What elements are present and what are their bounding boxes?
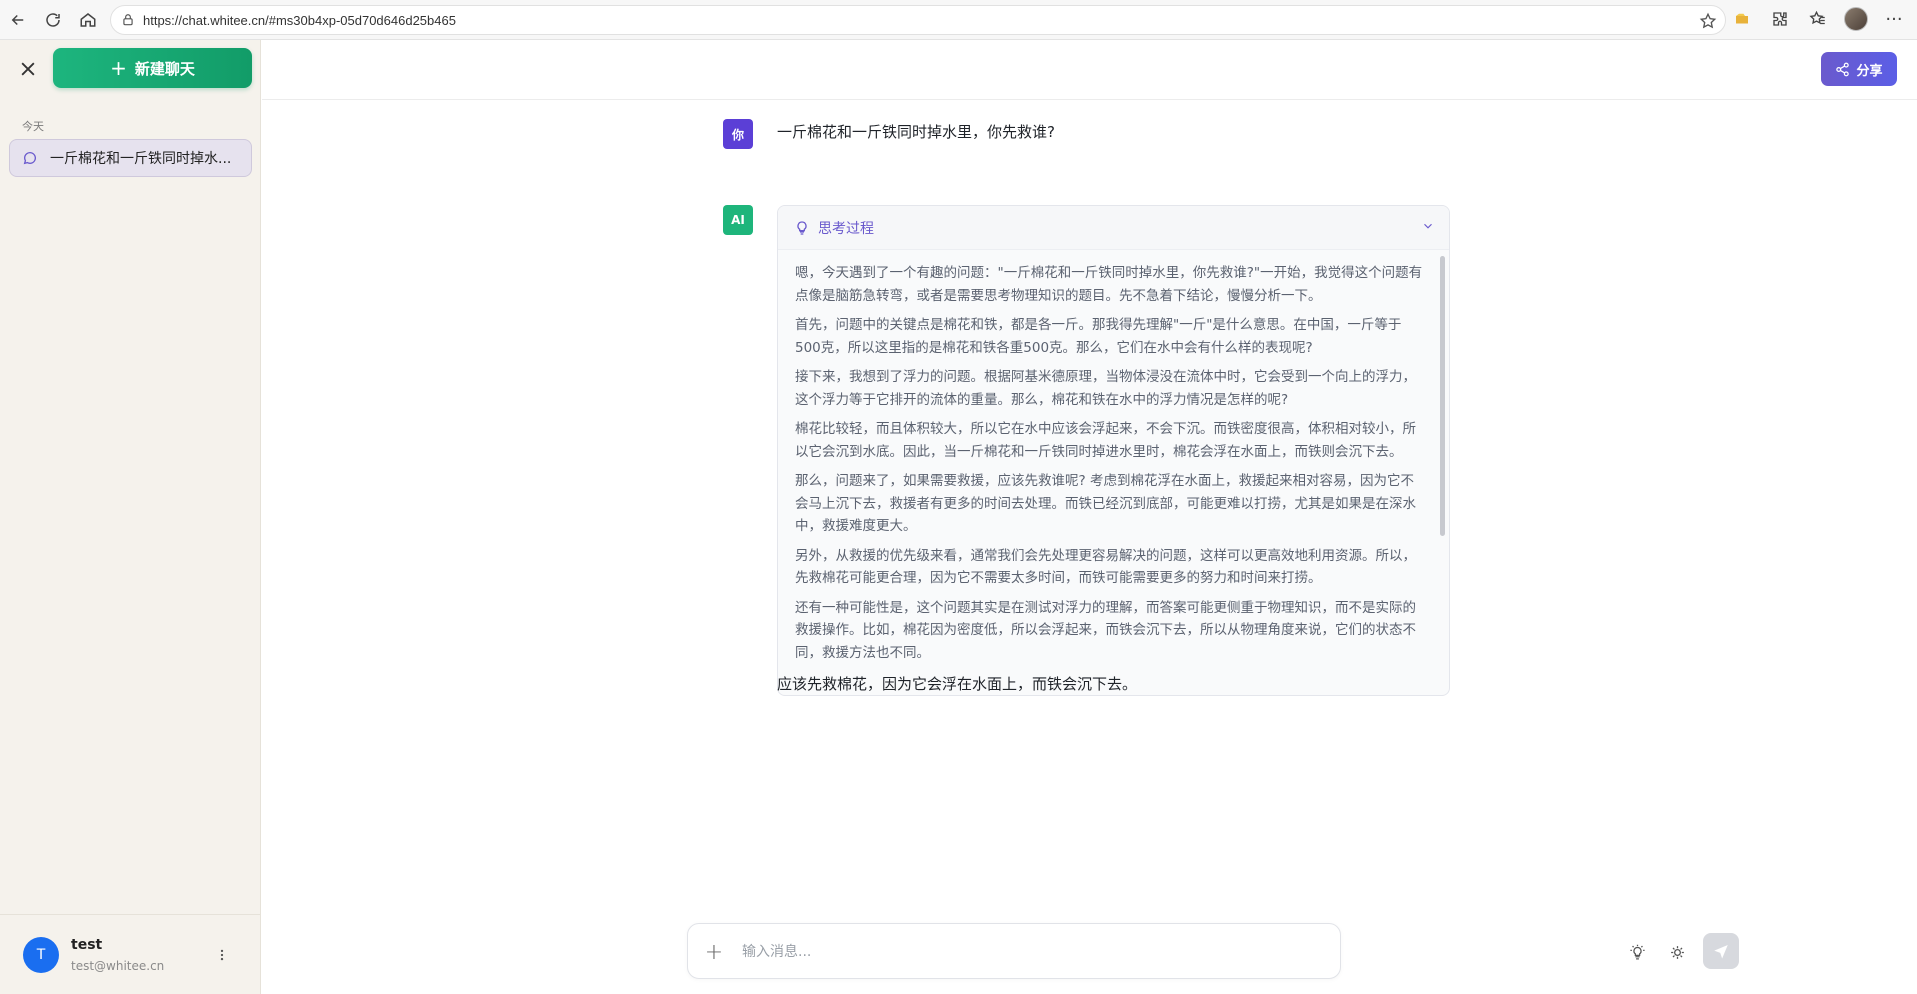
extensions-puzzle-icon[interactable] — [1767, 6, 1793, 32]
share-button[interactable]: 分享 — [1821, 52, 1897, 86]
thinking-paragraph: 棉花比较轻，而且体积较大，所以它在水中应该会浮起来，不会下沉。而铁密度很高，体积… — [795, 421, 1416, 460]
new-chat-label: 新建聊天 — [134, 59, 195, 78]
lightbulb-icon — [794, 220, 810, 236]
home-icon[interactable] — [70, 2, 106, 38]
sidebar: + 新建聊天 今天 一斤棉花和一斤铁同时掉水... T test test@wh… — [0, 40, 261, 994]
thinking-toggle[interactable]: 思考过程 — [778, 206, 1449, 250]
user-name: test — [71, 937, 103, 953]
section-label-today: 今天 — [22, 120, 44, 133]
reload-icon[interactable] — [35, 2, 71, 38]
send-icon — [1714, 945, 1728, 959]
chevron-down-icon[interactable] — [1421, 219, 1437, 235]
thinking-scrollbar[interactable] — [1440, 256, 1445, 536]
user-menu-kebab-icon[interactable] — [214, 943, 230, 967]
close-sidebar-icon[interactable] — [14, 55, 42, 83]
thinking-paragraph: 接下来，我想到了浮力的问题。根据阿基米德原理，当物体浸没在流体中时，它会受到一个… — [795, 369, 1416, 408]
new-chat-button[interactable]: + 新建聊天 — [53, 48, 252, 88]
thinking-paragraph: 嗯，今天遇到了一个有趣的问题："一斤棉花和一斤铁同时掉水里，你先救谁?"一开始，… — [795, 265, 1423, 304]
bookmark-star-icon[interactable] — [1699, 12, 1717, 30]
browser-toolbar: https://chat.whitee.cn/#ms30b4xp-05d70d6… — [0, 0, 1917, 40]
share-icon — [1836, 62, 1850, 76]
site-info-icon[interactable] — [121, 13, 135, 27]
thinking-paragraph: 首先，问题中的关键点是棉花和铁，都是各一斤。那我得先理解"一斤"是什么意思。在中… — [795, 317, 1402, 356]
message-input[interactable] — [742, 936, 1342, 968]
user-email: test@whitee.cn — [71, 959, 165, 973]
ai-answer: 应该先救棉花，因为它会浮在水面上，而铁会沉下去。 — [777, 675, 1138, 693]
thinking-content: 嗯，今天遇到了一个有趣的问题："一斤棉花和一斤铁同时掉水里，你先救谁?"一开始，… — [778, 250, 1449, 695]
chat-history-title: 一斤棉花和一斤铁同时掉水... — [50, 151, 232, 167]
chat-main: 分享 你 一斤棉花和一斤铁同时掉水里，你先救谁? AI 思考过程 嗯，今天遇到了… — [262, 40, 1917, 994]
user-avatar[interactable]: T — [23, 937, 59, 973]
thinking-paragraph: 还有一种可能性是，这个问题其实是在测试对浮力的理解，而答案可能更侧重于物理知识，… — [795, 599, 1416, 661]
user-message-avatar: 你 — [723, 119, 753, 149]
share-label: 分享 — [1856, 63, 1883, 79]
chat-header: 分享 — [262, 40, 1917, 100]
chat-bubble-icon — [22, 150, 38, 166]
extension-icon[interactable] — [1729, 6, 1755, 32]
favorites-icon[interactable] — [1805, 6, 1831, 32]
attach-plus-icon[interactable]: + — [702, 940, 726, 965]
thinking-paragraph: 那么，问题来了，如果需要救援，应该先救谁呢? 考虑到棉花浮在水面上，救援起来相对… — [795, 473, 1416, 534]
deep-think-lightbulb-icon[interactable] — [1626, 941, 1648, 963]
thinking-label: 思考过程 — [818, 220, 874, 237]
address-bar[interactable]: https://chat.whitee.cn/#ms30b4xp-05d70d6… — [110, 5, 1726, 35]
web-search-icon[interactable] — [1666, 941, 1688, 963]
thinking-paragraph: 另外，从救援的优先级来看，通常我们会先处理更容易解决的问题，这样可以更高效地利用… — [795, 547, 1416, 587]
url-text: https://chat.whitee.cn/#ms30b4xp-05d70d6… — [143, 12, 456, 28]
plus-icon: + — [110, 56, 127, 80]
profile-avatar-icon[interactable] — [1843, 6, 1869, 32]
back-icon[interactable] — [0, 2, 36, 38]
send-button[interactable] — [1703, 933, 1739, 969]
chat-history-item[interactable]: 一斤棉花和一斤铁同时掉水... — [9, 139, 252, 177]
user-profile-area: T test test@whitee.cn — [0, 914, 261, 994]
message-composer: + — [687, 923, 1739, 979]
user-message: 一斤棉花和一斤铁同时掉水里，你先救谁? — [777, 123, 1055, 141]
more-options-icon[interactable]: ··· — [1881, 6, 1907, 32]
ai-message-avatar: AI — [723, 205, 753, 235]
thinking-panel: 思考过程 嗯，今天遇到了一个有趣的问题："一斤棉花和一斤铁同时掉水里，你先救谁?… — [777, 205, 1450, 696]
